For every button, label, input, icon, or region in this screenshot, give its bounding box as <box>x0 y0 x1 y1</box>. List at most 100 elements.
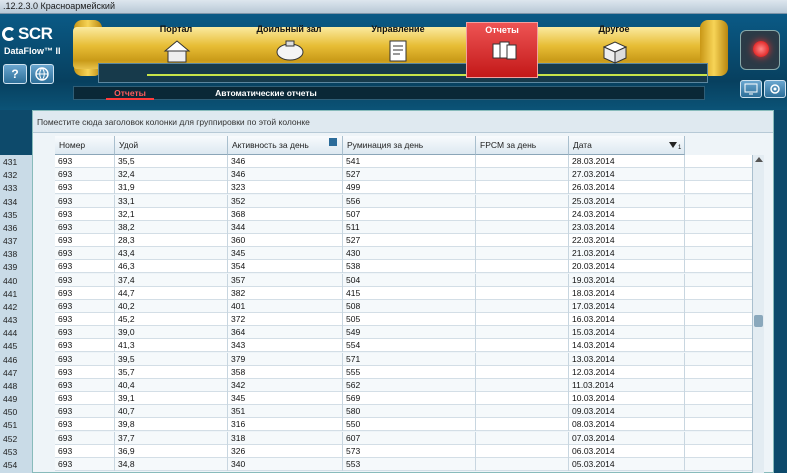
globe-icon <box>35 67 49 81</box>
column-header-milk-yield[interactable]: Удой <box>115 136 228 155</box>
table-cell-daily-fpcm <box>476 260 569 274</box>
table-cell-daily-activity: 401 <box>228 299 343 313</box>
nav-portal[interactable]: Портал <box>140 22 212 78</box>
nav-management[interactable]: Управление <box>362 22 434 78</box>
table-cell-date: 10.03.2014 <box>569 392 685 406</box>
alarm-light-icon <box>753 41 769 57</box>
table-cell-cow-number: 693 <box>55 418 115 432</box>
column-header-date[interactable]: Дата <box>569 136 685 155</box>
table-cell-daily-fpcm <box>476 168 569 182</box>
table-cell-cow-number: 693 <box>55 444 115 458</box>
globe-button[interactable] <box>30 64 54 84</box>
table-cell-daily-rumination: 550 <box>343 418 476 432</box>
table-cell-date: 25.03.2014 <box>569 194 685 208</box>
row-number: 434 <box>3 196 18 207</box>
group-by-drop-area[interactable]: Поместите сюда заголовок колонки для гру… <box>33 111 773 133</box>
row-number: 449 <box>3 394 18 405</box>
table-cell-date: 20.03.2014 <box>569 260 685 274</box>
scroll-thumb[interactable] <box>754 315 763 327</box>
group-by-hint: Поместите сюда заголовок колонки для гру… <box>37 117 310 127</box>
nav-other[interactable]: Другое <box>578 22 650 78</box>
row-number: 432 <box>3 170 18 181</box>
table-cell-date: 22.03.2014 <box>569 234 685 248</box>
table-cell-daily-rumination: 562 <box>343 378 476 392</box>
settings-button[interactable] <box>764 80 786 98</box>
table-cell-daily-rumination: 527 <box>343 168 476 182</box>
table-cell-daily-rumination: 573 <box>343 444 476 458</box>
table-cell-daily-activity: 340 <box>228 457 343 471</box>
table-cell-cow-number: 693 <box>55 194 115 208</box>
table-cell-daily-activity: 368 <box>228 207 343 221</box>
subtab-bar: Отчеты Автоматические отчеты <box>73 86 705 100</box>
row-number: 452 <box>3 433 18 444</box>
row-number: 451 <box>3 420 18 431</box>
monitor-button[interactable] <box>740 80 762 98</box>
table-cell-daily-activity: 318 <box>228 431 343 445</box>
column-header-daily-rumination[interactable]: Руминация за день <box>343 136 476 155</box>
table-cell-cow-number: 693 <box>55 299 115 313</box>
table-cell-cow-number: 693 <box>55 431 115 445</box>
table-cell-cow-number: 693 <box>55 273 115 287</box>
table-cell-milk-yield: 32,1 <box>115 207 228 221</box>
row-number: 435 <box>3 209 18 220</box>
table-cell-daily-fpcm <box>476 313 569 327</box>
table-cell-cow-number: 693 <box>55 247 115 261</box>
sort-descending-icon[interactable] <box>669 142 677 148</box>
table-cell-cow-number: 693 <box>55 326 115 340</box>
table-cell-daily-fpcm <box>476 247 569 261</box>
table-cell-cow-number: 693 <box>55 181 115 195</box>
scroll-up-arrow-icon[interactable] <box>755 157 763 162</box>
table-cell-daily-activity: 379 <box>228 352 343 366</box>
document-icon <box>389 40 407 62</box>
table-cell-milk-yield: 28,3 <box>115 234 228 248</box>
subtab-auto-reports[interactable]: Автоматические отчеты <box>206 87 326 99</box>
nav-milking-parlor-label: Доильный зал <box>256 24 322 34</box>
table-cell-daily-activity: 372 <box>228 313 343 327</box>
table-cell-date: 24.03.2014 <box>569 207 685 221</box>
column-header-daily-fpcm[interactable]: FPCM за день <box>476 136 569 155</box>
product-name: DataFlow™ II <box>4 46 61 56</box>
table-cell-date: 16.03.2014 <box>569 313 685 327</box>
table-cell-daily-fpcm <box>476 181 569 195</box>
vertical-scrollbar[interactable] <box>752 155 764 473</box>
table-cell-daily-activity: 316 <box>228 418 343 432</box>
help-button[interactable]: ? <box>3 64 27 84</box>
column-header-daily-activity[interactable]: Активность за день <box>228 136 343 155</box>
table-cell-cow-number: 693 <box>55 286 115 300</box>
milk-tank-icon <box>276 40 304 61</box>
table-cell-milk-yield: 41,3 <box>115 339 228 353</box>
table-cell-daily-fpcm <box>476 378 569 392</box>
table-cell-cow-number: 693 <box>55 260 115 274</box>
table-cell-daily-fpcm <box>476 444 569 458</box>
column-header-cow-number[interactable]: Номер коровы <box>55 136 115 169</box>
row-number: 447 <box>3 367 18 378</box>
row-number: 444 <box>3 328 18 339</box>
sort-order-index: 1 <box>678 145 682 151</box>
table-cell-date: 08.03.2014 <box>569 418 685 432</box>
nav-reports[interactable]: Отчеты <box>466 22 538 78</box>
alarm-indicator[interactable] <box>740 30 780 70</box>
table-cell-daily-activity: 344 <box>228 220 343 234</box>
table-cell-daily-activity: 345 <box>228 247 343 261</box>
subtab-reports[interactable]: Отчеты <box>100 87 160 100</box>
table-cell-daily-fpcm <box>476 155 569 168</box>
table-cell-cow-number: 693 <box>55 392 115 406</box>
table-cell-milk-yield: 44,7 <box>115 286 228 300</box>
table-cell-daily-rumination: 554 <box>343 339 476 353</box>
table-cell-cow-number: 693 <box>55 155 115 168</box>
table-cell-date: 17.03.2014 <box>569 299 685 313</box>
row-number: 441 <box>3 288 18 299</box>
nav-portal-label: Портал <box>159 24 193 34</box>
table-cell-cow-number: 693 <box>55 352 115 366</box>
nav-milking-parlor[interactable]: Доильный зал <box>253 22 325 78</box>
table-cell-cow-number: 693 <box>55 339 115 353</box>
row-number: 450 <box>3 407 18 418</box>
column-filter-icon[interactable] <box>329 138 337 146</box>
table-cell-cow-number: 693 <box>55 457 115 471</box>
table-cell-milk-yield: 39,8 <box>115 418 228 432</box>
table-cell-daily-activity: 343 <box>228 339 343 353</box>
table-cell-date: 06.03.2014 <box>569 444 685 458</box>
table-cell-date: 23.03.2014 <box>569 220 685 234</box>
table-cell-daily-fpcm <box>476 392 569 406</box>
table-cell-date: 28.03.2014 <box>569 155 685 168</box>
